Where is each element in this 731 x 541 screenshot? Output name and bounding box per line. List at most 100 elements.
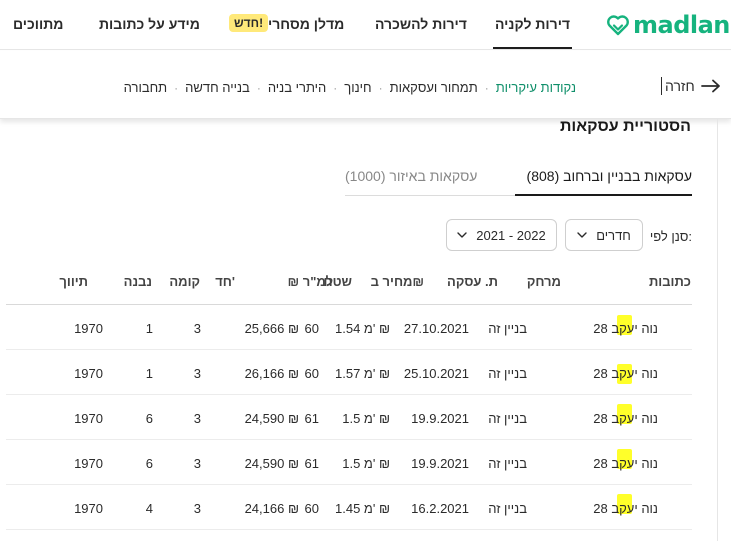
text-cursor: [661, 77, 662, 95]
col-date[interactable]: ת. עסקה: [447, 274, 498, 289]
highlight-mark: [617, 364, 632, 384]
col-floor[interactable]: קומה: [169, 274, 200, 289]
cell-price-per-meter: 26,166 ₪: [244, 366, 299, 381]
cell-floor: 4: [145, 501, 153, 516]
section-navigation: חזרה נקודות עיקריות · תמחור ועסקאות · חי…: [0, 51, 731, 119]
subtab-new-construction[interactable]: בנייה חדשה: [185, 80, 250, 95]
section-title: הסטוריית עסקאות: [559, 118, 691, 135]
tab-separator: ·: [256, 80, 261, 95]
table-row[interactable]: נוה יעקב 28 בניין זה 19.9.2021 1.5 מ' ₪ …: [6, 440, 692, 485]
subtab-pricing[interactable]: תמחור ועסקאות: [390, 80, 478, 95]
cell-area: 60: [304, 366, 319, 381]
table-header-divider: [6, 304, 692, 305]
cell-address[interactable]: נוה יעקב 28: [593, 321, 658, 336]
years-filter-dropdown[interactable]: 2021 - 2022: [446, 219, 557, 251]
cell-distance: בניין זה: [488, 501, 527, 516]
tab-separator: ·: [333, 80, 338, 95]
chevron-down-icon: [577, 232, 587, 238]
col-brokerage[interactable]: תיווך: [59, 274, 88, 289]
highlight-mark: [617, 494, 632, 514]
tab-separator: ·: [174, 80, 179, 95]
cell-built-year: 1970: [74, 321, 103, 336]
col-price-per-meter[interactable]: ₪ למ"ר: [288, 274, 333, 289]
nav-agents[interactable]: מתווכים: [13, 16, 63, 32]
cell-address[interactable]: נוה יעקב 28: [593, 411, 658, 426]
cell-price-per-meter: 24,590 ₪: [244, 411, 299, 426]
cell-price: 1.5 מ' ₪: [342, 456, 390, 471]
content-scrollbar-edge: [717, 118, 718, 541]
subtab-highlights[interactable]: נקודות עיקריות: [496, 80, 576, 95]
tab-area-deals[interactable]: עסקאות באיזור (1000): [345, 168, 477, 184]
cell-distance: בניין זה: [488, 366, 527, 381]
heart-logo-icon: [607, 15, 629, 36]
rooms-filter-dropdown[interactable]: חדרים: [565, 219, 643, 251]
cell-area: 60: [304, 501, 319, 516]
nav-madlan-commercial[interactable]: מדלן מסחרי: [268, 16, 344, 32]
new-badge: חדש!: [229, 14, 269, 32]
col-built-year[interactable]: נבנה: [124, 274, 152, 289]
cell-area: 61: [304, 411, 319, 426]
cell-rooms: 3: [193, 321, 201, 336]
arrow-right-icon: [700, 79, 720, 93]
highlight-mark: [617, 404, 632, 424]
cell-distance: בניין זה: [488, 321, 527, 336]
tab-building-street-deals[interactable]: עסקאות בבניין וברחוב (808): [527, 168, 692, 184]
chevron-down-icon: [457, 232, 467, 238]
cell-floor: 1: [145, 366, 153, 381]
cell-price: 1.5 מ' ₪: [342, 411, 390, 426]
cell-date: 19.9.2021: [411, 456, 469, 471]
cell-date: 16.2.2021: [411, 501, 469, 516]
highlight-mark: [617, 449, 632, 469]
top-navigation: madlan דירות לקניה דירות להשכרה מדלן מסח…: [0, 0, 731, 50]
cell-distance: בניין זה: [488, 411, 527, 426]
cell-built-year: 1970: [74, 366, 103, 381]
subtab-building-permits[interactable]: היתרי בניה: [268, 80, 326, 95]
madlan-logo[interactable]: madlan: [606, 10, 730, 40]
brand-name: madlan: [633, 11, 730, 39]
table-row[interactable]: נוה יעקב 28 בניין זה 25.10.2021 1.57 מ' …: [6, 350, 692, 395]
cell-built-year: 1970: [74, 456, 103, 471]
col-rooms[interactable]: חד': [215, 274, 235, 289]
cell-floor: 1: [145, 321, 153, 336]
nav-buy-apartments[interactable]: דירות לקניה: [492, 16, 573, 49]
highlight-mark: [617, 315, 632, 335]
cell-date: 25.10.2021: [403, 366, 469, 381]
cell-price-per-meter: 25,666 ₪: [244, 321, 299, 336]
table-row[interactable]: נוה יעקב 28 בניין זה 27.10.2021 1.54 מ' …: [6, 305, 692, 350]
cell-date: 19.9.2021: [411, 411, 469, 426]
cell-rooms: 3: [193, 501, 201, 516]
cell-date: 27.10.2021: [403, 321, 469, 336]
cell-price-per-meter: 24,590 ₪: [244, 456, 299, 471]
cell-area: 60: [304, 321, 319, 336]
table-row[interactable]: נוה יעקב 28 בניין זה 19.9.2021 1.5 מ' ₪ …: [6, 395, 692, 440]
tab-separator: ·: [484, 80, 489, 95]
col-distance[interactable]: מרחק: [527, 274, 561, 289]
cell-price: 1.57 מ' ₪: [335, 366, 390, 381]
cell-rooms: 3: [193, 366, 201, 381]
cell-price: 1.45 מ' ₪: [335, 501, 390, 516]
nav-address-info[interactable]: מידע על כתובות: [99, 16, 200, 32]
col-address[interactable]: כתובות: [649, 274, 691, 289]
cell-area: 61: [304, 456, 319, 471]
cell-price-per-meter: 24,166 ₪: [244, 501, 299, 516]
cell-built-year: 1970: [74, 411, 103, 426]
cell-rooms: 3: [193, 411, 201, 426]
col-price[interactable]: מחיר ב₪: [371, 274, 424, 289]
cell-rooms: 3: [193, 456, 201, 471]
nav-rent-apartments[interactable]: דירות להשכרה: [375, 16, 467, 32]
section-tabs: נקודות עיקריות · תמחור ועסקאות · חינוך ·…: [124, 80, 576, 95]
cell-address[interactable]: נוה יעקב 28: [593, 501, 658, 516]
back-button[interactable]: חזרה: [665, 78, 721, 94]
cell-distance: בניין זה: [488, 456, 527, 471]
subtab-transportation[interactable]: תחבורה: [124, 80, 168, 95]
active-tab-underline: [515, 194, 692, 196]
cell-address[interactable]: נוה יעקב 28: [593, 366, 658, 381]
cell-built-year: 1970: [74, 501, 103, 516]
tab-separator: ·: [378, 80, 383, 95]
table-row[interactable]: נוה יעקב 28 בניין זה 16.2.2021 1.45 מ' ₪…: [6, 485, 692, 530]
cell-address[interactable]: נוה יעקב 28: [593, 456, 658, 471]
cell-floor: 6: [145, 456, 153, 471]
filter-label: סנן לפי:: [649, 229, 692, 244]
years-filter-value: 2021 - 2022: [476, 227, 546, 243]
subtab-education[interactable]: חינוך: [344, 80, 371, 95]
